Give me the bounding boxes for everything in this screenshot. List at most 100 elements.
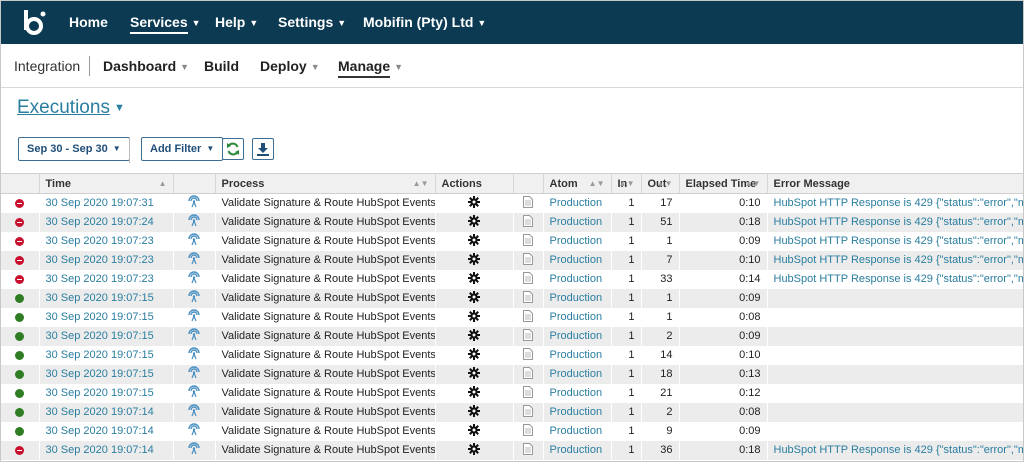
error-message[interactable]: HubSpot HTTP Response is 429 {"status":"… — [767, 193, 1023, 213]
atom-link[interactable]: Production — [543, 421, 611, 441]
time-link[interactable]: 30 Sep 2020 19:07:15 — [39, 307, 173, 327]
document-log-icon[interactable] — [513, 250, 543, 270]
subnav-deploy[interactable]: Deploy ▼ — [260, 44, 320, 88]
atom-link[interactable]: Production — [543, 345, 611, 365]
error-message[interactable] — [767, 364, 1023, 384]
atom-link[interactable]: Production — [543, 364, 611, 384]
atom-link[interactable]: Production — [543, 250, 611, 270]
col-header-actions[interactable]: Actions — [435, 173, 514, 194]
actions-gear-icon[interactable] — [435, 307, 513, 327]
document-log-icon[interactable] — [513, 307, 543, 327]
nav-home[interactable]: Home — [69, 1, 108, 44]
table-row[interactable]: 30 Sep 2020 19:07:15 Validate Signature &… — [1, 383, 1023, 403]
nav-help[interactable]: Help ▼ — [215, 1, 258, 44]
nav-services[interactable]: Services ▼ — [130, 1, 201, 44]
actions-gear-icon[interactable] — [435, 212, 513, 232]
document-log-icon[interactable] — [513, 193, 543, 213]
subnav-build[interactable]: Build — [204, 44, 239, 88]
time-link[interactable]: 30 Sep 2020 19:07:23 — [39, 231, 173, 251]
actions-gear-icon[interactable] — [435, 250, 513, 270]
document-log-icon[interactable] — [513, 402, 543, 422]
table-row[interactable]: 30 Sep 2020 19:07:23 Validate Signature &… — [1, 231, 1023, 251]
table-row[interactable]: 30 Sep 2020 19:07:14 Validate Signature &… — [1, 421, 1023, 441]
boomi-logo-icon[interactable] — [21, 9, 47, 37]
document-log-icon[interactable] — [513, 269, 543, 289]
add-filter-button[interactable]: Add Filter ▼ — [141, 137, 224, 161]
error-message[interactable]: HubSpot HTTP Response is 429 {"status":"… — [767, 231, 1023, 251]
document-log-icon[interactable] — [513, 326, 543, 346]
refresh-button[interactable] — [222, 138, 244, 160]
table-row[interactable]: 30 Sep 2020 19:07:14 Validate Signature &… — [1, 402, 1023, 422]
atom-link[interactable]: Production — [543, 269, 611, 289]
nav-settings[interactable]: Settings ▼ — [278, 1, 346, 44]
document-log-icon[interactable] — [513, 231, 543, 251]
subnav-manage[interactable]: Manage ▼ — [338, 44, 403, 88]
atom-link[interactable]: Production — [543, 440, 611, 460]
download-button[interactable] — [252, 138, 274, 160]
error-message[interactable] — [767, 345, 1023, 365]
actions-gear-icon[interactable] — [435, 421, 513, 441]
time-link[interactable]: 30 Sep 2020 19:07:23 — [39, 250, 173, 270]
time-link[interactable]: 30 Sep 2020 19:07:15 — [39, 326, 173, 346]
time-link[interactable]: 30 Sep 2020 19:07:14 — [39, 402, 173, 422]
actions-gear-icon[interactable] — [435, 231, 513, 251]
date-range-dropdown[interactable]: Sep 30 - Sep 30 ▼ — [18, 137, 130, 161]
time-link[interactable]: 30 Sep 2020 19:07:14 — [39, 421, 173, 441]
table-row[interactable]: 30 Sep 2020 19:07:23 Validate Signature &… — [1, 269, 1023, 289]
error-message[interactable]: HubSpot HTTP Response is 429 {"status":"… — [767, 269, 1023, 289]
col-header-process[interactable]: Process ▲▼ — [215, 173, 436, 194]
table-row[interactable]: 30 Sep 2020 19:07:31 Validate Signature &… — [1, 193, 1023, 213]
time-link[interactable]: 30 Sep 2020 19:07:14 — [39, 440, 173, 460]
col-header-atom[interactable]: Atom ▲▼ — [543, 173, 612, 194]
col-header-process-icon[interactable] — [173, 173, 216, 194]
actions-gear-icon[interactable] — [435, 345, 513, 365]
col-header-out[interactable]: Out ▲▼ — [641, 173, 680, 194]
table-row[interactable]: 30 Sep 2020 19:07:23 Validate Signature &… — [1, 250, 1023, 270]
time-link[interactable]: 30 Sep 2020 19:07:23 — [39, 269, 173, 289]
actions-gear-icon[interactable] — [435, 440, 513, 460]
time-link[interactable]: 30 Sep 2020 19:07:15 — [39, 288, 173, 308]
document-log-icon[interactable] — [513, 212, 543, 232]
error-message[interactable]: HubSpot HTTP Response is 429 {"status":"… — [767, 440, 1023, 460]
time-link[interactable]: 30 Sep 2020 19:07:24 — [39, 212, 173, 232]
time-link[interactable]: 30 Sep 2020 19:07:31 — [39, 193, 173, 213]
error-message[interactable]: HubSpot HTTP Response is 429 {"status":"… — [767, 250, 1023, 270]
col-header-status[interactable] — [1, 173, 40, 194]
col-header-time[interactable]: Time ▲ — [39, 173, 174, 194]
error-message[interactable] — [767, 288, 1023, 308]
actions-gear-icon[interactable] — [435, 326, 513, 346]
atom-link[interactable]: Production — [543, 326, 611, 346]
actions-gear-icon[interactable] — [435, 402, 513, 422]
error-message[interactable] — [767, 383, 1023, 403]
document-log-icon[interactable] — [513, 440, 543, 460]
document-log-icon[interactable] — [513, 421, 543, 441]
atom-link[interactable]: Production — [543, 288, 611, 308]
error-message[interactable] — [767, 326, 1023, 346]
document-log-icon[interactable] — [513, 383, 543, 403]
nav-account[interactable]: Mobifin (Pty) Ltd ▼ — [363, 1, 486, 44]
atom-link[interactable]: Production — [543, 402, 611, 422]
document-log-icon[interactable] — [513, 345, 543, 365]
atom-link[interactable]: Production — [543, 383, 611, 403]
atom-link[interactable]: Production — [543, 307, 611, 327]
col-header-in[interactable]: In ▲▼ — [611, 173, 642, 194]
actions-gear-icon[interactable] — [435, 269, 513, 289]
subnav-dashboard[interactable]: Dashboard ▼ — [103, 44, 189, 88]
table-row[interactable]: 30 Sep 2020 19:07:15 Validate Signature &… — [1, 345, 1023, 365]
error-message[interactable] — [767, 307, 1023, 327]
table-row[interactable]: 30 Sep 2020 19:07:15 Validate Signature &… — [1, 364, 1023, 384]
atom-link[interactable]: Production — [543, 212, 611, 232]
table-row[interactable]: 30 Sep 2020 19:07:24 Validate Signature &… — [1, 212, 1023, 232]
time-link[interactable]: 30 Sep 2020 19:07:15 — [39, 364, 173, 384]
actions-gear-icon[interactable] — [435, 383, 513, 403]
atom-link[interactable]: Production — [543, 231, 611, 251]
actions-gear-icon[interactable] — [435, 364, 513, 384]
atom-link[interactable]: Production — [543, 193, 611, 213]
error-message[interactable] — [767, 421, 1023, 441]
table-row[interactable]: 30 Sep 2020 19:07:14 Validate Signature &… — [1, 440, 1023, 460]
time-link[interactable]: 30 Sep 2020 19:07:15 — [39, 345, 173, 365]
table-row[interactable]: 30 Sep 2020 19:07:15 Validate Signature &… — [1, 288, 1023, 308]
error-message[interactable] — [767, 402, 1023, 422]
table-row[interactable]: 30 Sep 2020 19:07:15 Validate Signature &… — [1, 307, 1023, 327]
error-message[interactable]: HubSpot HTTP Response is 429 {"status":"… — [767, 212, 1023, 232]
